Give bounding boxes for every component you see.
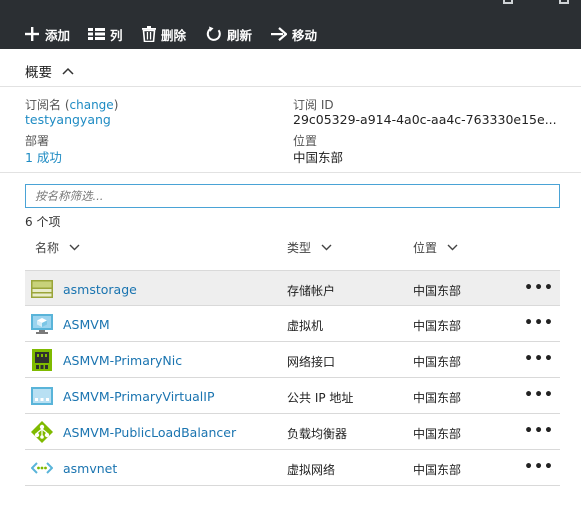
columns-button[interactable]: 列 (88, 24, 123, 44)
table-row[interactable]: ASMVM-PrimaryNic 网络接口 中国东部 ••• (25, 342, 560, 378)
subscription-id-value: 29c05329-a914-4a0c-aa4c-763330e15e... (293, 112, 557, 127)
more-actions-button[interactable]: ••• (524, 387, 554, 403)
essentials-title: 概要 (25, 65, 52, 81)
filter-box[interactable] (25, 184, 560, 208)
subscription-label: 订阅名 (25, 98, 62, 112)
resource-name-link[interactable]: ASMVM-PrimaryVirtualIP (63, 389, 215, 404)
command-bar: 添加 列 删除 刷新 移动 (0, 0, 581, 49)
network-interface-icon (32, 349, 52, 371)
more-actions-button[interactable]: ••• (524, 423, 554, 439)
columns-label: 列 (110, 27, 123, 43)
arrow-right-icon (271, 27, 287, 41)
resource-name-link[interactable]: asmstorage (63, 282, 137, 297)
column-type-label: 类型 (287, 241, 312, 255)
chevron-down-icon (447, 244, 458, 251)
refresh-button[interactable]: 刷新 (206, 24, 252, 44)
resource-location: 中国东部 (413, 284, 462, 298)
item-count: 6 个项 (25, 215, 61, 229)
divider (0, 86, 581, 87)
more-actions-button[interactable]: ••• (524, 351, 554, 367)
add-button[interactable]: 添加 (24, 24, 70, 44)
load-balancer-icon (31, 421, 53, 443)
subscription-name-link[interactable]: testyangyang (25, 112, 111, 127)
column-name-label: 名称 (35, 241, 60, 255)
column-header-location[interactable]: 位置 (413, 239, 458, 256)
plus-icon (25, 27, 39, 41)
move-label: 移动 (292, 27, 318, 43)
resource-name-link[interactable]: ASMVM (63, 317, 110, 332)
table-row[interactable]: asmvnet 虚拟网络 中国东部 ••• (25, 450, 560, 486)
resource-location: 中国东部 (413, 463, 462, 477)
resource-type: 负载均衡器 (287, 427, 348, 441)
resource-type: 虚拟机 (287, 319, 324, 333)
divider (0, 172, 581, 173)
deployments-link[interactable]: 1 成功 (25, 147, 62, 166)
more-actions-button[interactable]: ••• (524, 459, 554, 475)
essentials-toggle[interactable]: 概要 (25, 61, 74, 81)
chevron-down-icon (321, 244, 332, 251)
chevron-down-icon (69, 244, 80, 251)
refresh-icon (206, 26, 221, 41)
virtual-machine-icon (31, 314, 53, 334)
public-ip-icon (31, 387, 53, 405)
resource-table: asmstorage 存储帐户 中国东部 ••• ASMVM 虚拟机 中国东部 … (25, 270, 560, 486)
subscription-id-label: 订阅 ID (293, 98, 334, 112)
location-value: 中国东部 (293, 150, 344, 165)
table-row[interactable]: ASMVM-PrimaryVirtualIP 公共 IP 地址 中国东部 ••• (25, 378, 560, 414)
resource-type: 虚拟网络 (287, 463, 336, 477)
refresh-label: 刷新 (227, 27, 253, 43)
delete-label: 删除 (161, 27, 187, 43)
resource-name-link[interactable]: ASMVM-PublicLoadBalancer (63, 425, 236, 440)
delete-button[interactable]: 删除 (142, 24, 186, 44)
window-controls (466, 0, 581, 6)
table-row[interactable]: ASMVM-PublicLoadBalancer 负载均衡器 中国东部 ••• (25, 414, 560, 450)
chevron-up-icon (62, 67, 74, 75)
resource-location: 中国东部 (413, 319, 462, 333)
more-actions-button[interactable]: ••• (524, 315, 554, 331)
close-control[interactable] (559, 0, 569, 4)
resource-name-link[interactable]: asmvnet (63, 461, 117, 476)
subscription-label-row: 订阅名 (change) (25, 98, 119, 112)
resource-location: 中国东部 (413, 427, 462, 441)
storage-account-icon (31, 280, 53, 298)
resource-type: 存储帐户 (287, 284, 336, 298)
columns-icon (88, 28, 105, 40)
resource-name-link[interactable]: ASMVM-PrimaryNic (63, 353, 182, 368)
column-header-type[interactable]: 类型 (287, 239, 332, 256)
add-label: 添加 (45, 27, 71, 43)
trash-icon (142, 26, 156, 42)
column-location-label: 位置 (413, 241, 438, 255)
move-button[interactable]: 移动 (271, 24, 317, 44)
resource-location: 中国东部 (413, 355, 462, 369)
resource-type: 网络接口 (287, 355, 336, 369)
table-row[interactable]: asmstorage 存储帐户 中国东部 ••• (25, 270, 560, 306)
table-row[interactable]: ASMVM 虚拟机 中国东部 ••• (25, 306, 560, 342)
resource-type: 公共 IP 地址 (287, 391, 354, 405)
more-actions-button[interactable]: ••• (524, 280, 554, 296)
change-subscription-link[interactable]: change (70, 98, 114, 112)
resource-location: 中国东部 (413, 391, 462, 405)
column-header-name[interactable]: 名称 (35, 239, 80, 256)
maximize-control[interactable] (503, 0, 513, 4)
virtual-network-icon (31, 462, 53, 474)
filter-by-name-input[interactable] (35, 189, 550, 203)
